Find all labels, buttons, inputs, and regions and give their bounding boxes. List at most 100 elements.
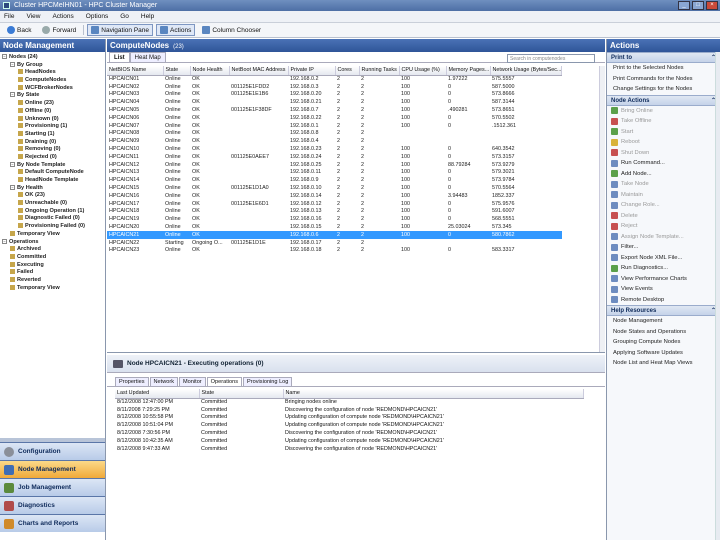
table-row[interactable]: HPCAICN18 Online OK 192.168.0.13 2 2 100 0 591.6… bbox=[107, 208, 562, 216]
collapse-icon[interactable]: − bbox=[10, 92, 15, 98]
column-header[interactable]: Private IP bbox=[288, 66, 336, 76]
action-item[interactable]: View Events bbox=[607, 284, 720, 295]
action-item[interactable]: Assign Node Template... bbox=[607, 232, 720, 243]
action-item[interactable]: Reboot bbox=[607, 137, 720, 148]
table-row[interactable]: HPCAICN17 Online OK 001125E1E6D1 192.168.0.1… bbox=[107, 200, 562, 208]
table-row[interactable]: HPCAICN05 Online OK 001125E1F38DF 192.168.0.… bbox=[107, 106, 562, 114]
tree-item[interactable]: HeadNodes bbox=[2, 69, 105, 77]
table-row[interactable]: HPCAICN20 Online OK 192.168.0.15 2 2 100 25.030… bbox=[107, 223, 562, 231]
tree-item[interactable]: Removing (0) bbox=[2, 146, 105, 154]
action-item[interactable]: Run Diagnostics... bbox=[607, 263, 720, 274]
tree-item[interactable]: Temporary View bbox=[2, 231, 105, 239]
action-item[interactable]: Remote Desktop bbox=[607, 295, 720, 306]
action-link[interactable]: Applying Software Updates bbox=[607, 348, 720, 359]
action-item[interactable]: Shut Down bbox=[607, 148, 720, 159]
action-link[interactable]: Node List and Heat Map Views bbox=[607, 358, 720, 369]
collapse-icon[interactable]: − bbox=[2, 54, 7, 60]
column-header[interactable]: State bbox=[199, 389, 284, 399]
tree-item[interactable]: Unreachable (0) bbox=[2, 200, 105, 208]
tab-properties[interactable]: Properties bbox=[115, 377, 149, 386]
actions-section-header[interactable]: Print to bbox=[607, 52, 720, 63]
tree-item[interactable]: − By Health bbox=[2, 185, 105, 193]
tree-item[interactable]: Executing bbox=[2, 262, 105, 270]
tree-item[interactable]: Offline (0) bbox=[2, 108, 105, 116]
tree-item[interactable]: Diagnostic Failed (0) bbox=[2, 215, 105, 223]
tree-item[interactable]: Provisioning (1) bbox=[2, 123, 105, 131]
action-item[interactable]: Maintain bbox=[607, 190, 720, 201]
tab-monitor[interactable]: Monitor bbox=[179, 377, 206, 386]
tree-item[interactable]: Failed bbox=[2, 269, 105, 277]
menu-options[interactable]: Options bbox=[86, 13, 108, 20]
table-row[interactable]: HPCAICN21 Online OK 192.168.0.6 2 2 100 0 580.78… bbox=[107, 230, 562, 239]
tree-item[interactable]: − Operations bbox=[2, 239, 105, 247]
action-item[interactable]: View Performance Charts bbox=[607, 274, 720, 285]
action-link[interactable]: Change Settings for the Nodes bbox=[607, 84, 720, 95]
tab-list[interactable]: List bbox=[109, 52, 130, 62]
table-row[interactable]: HPCAICN08 Online OK 192.168.0.8 2 2 bbox=[107, 130, 562, 138]
tree-item[interactable]: Draining (0) bbox=[2, 139, 105, 147]
action-item[interactable]: Start bbox=[607, 127, 720, 138]
action-item[interactable]: Take Offline bbox=[607, 116, 720, 127]
minimize-button[interactable]: _ bbox=[678, 1, 690, 10]
search-input[interactable]: Search in computenodes bbox=[507, 54, 595, 63]
tree-item[interactable]: Ongoing Operation (1) bbox=[2, 208, 105, 216]
tree-item[interactable]: Committed bbox=[2, 254, 105, 262]
close-button[interactable]: × bbox=[706, 1, 718, 10]
table-row[interactable]: HPCAICN12 Online OK 192.168.0.25 2 2 100 88.792… bbox=[107, 161, 562, 169]
table-row[interactable]: HPCAICN04 Online OK 192.168.0.21 2 2 100 0 587.3… bbox=[107, 98, 562, 106]
table-row[interactable]: HPCAICN01 Online OK 192.168.0.2 2 2 100 1.97222… bbox=[107, 75, 562, 83]
column-header[interactable]: Name bbox=[283, 389, 584, 399]
operation-row[interactable]: 8/12/2008 10:55:58 PM Committed Updating c… bbox=[115, 414, 583, 422]
back-button[interactable]: Back bbox=[3, 24, 35, 36]
action-link[interactable]: Print to the Selected Nodes bbox=[607, 63, 720, 74]
tree-item[interactable]: Unknown (0) bbox=[2, 116, 105, 124]
action-item[interactable]: Take Node bbox=[607, 179, 720, 190]
column-header[interactable]: Running Tasks bbox=[359, 66, 400, 76]
operation-row[interactable]: 8/12/2008 7:30:56 PM Committed Discovering… bbox=[115, 429, 583, 437]
table-row[interactable]: HPCAICN19 Online OK 192.168.0.16 2 2 100 0 568.5… bbox=[107, 215, 562, 223]
action-item[interactable]: Export Node XML File... bbox=[607, 253, 720, 264]
table-row[interactable]: HPCAICN16 Online OK 192.168.0.14 2 2 100 3.9448… bbox=[107, 192, 562, 200]
action-item[interactable]: Add Node... bbox=[607, 169, 720, 180]
tree-item[interactable]: Rejected (0) bbox=[2, 154, 105, 162]
tree-item[interactable]: HeadNode Template bbox=[2, 177, 105, 185]
operation-row[interactable]: 8/11/2008 7:29:25 PM Committed Discovering… bbox=[115, 406, 583, 414]
collapse-icon[interactable]: − bbox=[10, 61, 15, 67]
tree-item[interactable]: Default ComputeNode bbox=[2, 169, 105, 177]
tab-operations[interactable]: Operations bbox=[206, 377, 243, 386]
menu-go[interactable]: Go bbox=[120, 13, 129, 20]
tree-item[interactable]: OK (23) bbox=[2, 192, 105, 200]
operation-row[interactable]: 8/12/2008 10:51:04 PM Committed Updating c… bbox=[115, 421, 583, 429]
menu-view[interactable]: View bbox=[26, 13, 40, 20]
actions-section-header[interactable]: Help Resources bbox=[607, 305, 720, 316]
column-header[interactable]: Cores bbox=[335, 66, 360, 76]
table-row[interactable]: HPCAICN03 Online OK 001125E1E1B6 192.168.0.2… bbox=[107, 91, 562, 99]
forward-button[interactable]: Forward bbox=[38, 24, 80, 36]
table-row[interactable]: HPCAICN06 Online OK 192.168.0.22 2 2 100 0 570.5… bbox=[107, 114, 562, 122]
tab-provisioning-log[interactable]: Provisioning Log bbox=[243, 377, 293, 386]
collapse-icon[interactable]: − bbox=[10, 161, 15, 167]
column-header[interactable]: NetBoot MAC Address bbox=[229, 66, 289, 76]
column-header[interactable]: Network Usage (Bytes/Sec... bbox=[490, 66, 563, 76]
tab-network[interactable]: Network bbox=[149, 377, 179, 386]
navigation-pane-button[interactable]: Navigation Pane bbox=[87, 24, 153, 36]
tree-item[interactable]: − By Group bbox=[2, 62, 105, 70]
table-row[interactable]: HPCAICN10 Online OK 192.168.0.23 2 2 100 0 640.3… bbox=[107, 145, 562, 153]
menu-file[interactable]: File bbox=[4, 13, 14, 20]
table-row[interactable]: HPCAICN09 Online OK 192.168.0.4 2 2 bbox=[107, 137, 562, 145]
table-row[interactable]: HPCAICN13 Online OK 192.168.0.11 2 2 100 0 579.3… bbox=[107, 169, 562, 177]
table-row[interactable]: HPCAICN11 Online OK 001125E0AEE7 192.168.0.2… bbox=[107, 153, 562, 161]
column-header[interactable]: CPU Usage (%) bbox=[399, 66, 447, 76]
nav-node-management[interactable]: Node Management bbox=[0, 460, 105, 478]
table-row[interactable]: HPCAICN14 Online OK 192.168.0.9 2 2 100 0 573.97… bbox=[107, 176, 562, 184]
tree-item[interactable]: Provisioning Failed (0) bbox=[2, 223, 105, 231]
table-row[interactable]: HPCAICN23 Online OK 192.168.0.18 2 2 100 0 583.3… bbox=[107, 247, 562, 255]
actions-section-header[interactable]: Node Actions bbox=[607, 94, 720, 106]
tree-item[interactable]: ComputeNodes bbox=[2, 77, 105, 85]
operation-row[interactable]: 8/12/2008 9:47:33 AM Committed Discovering… bbox=[115, 445, 583, 453]
actions-scrollbar[interactable] bbox=[715, 52, 720, 540]
table-row[interactable]: HPCAICN22 Starting Ongoing O... 001125E1D1E… bbox=[107, 239, 562, 247]
list-scrollbar[interactable] bbox=[599, 66, 605, 352]
table-row[interactable]: HPCAICN15 Online OK 001125E1D1A0 192.168.0.1… bbox=[107, 184, 562, 192]
maximize-button[interactable]: □ bbox=[692, 1, 704, 10]
